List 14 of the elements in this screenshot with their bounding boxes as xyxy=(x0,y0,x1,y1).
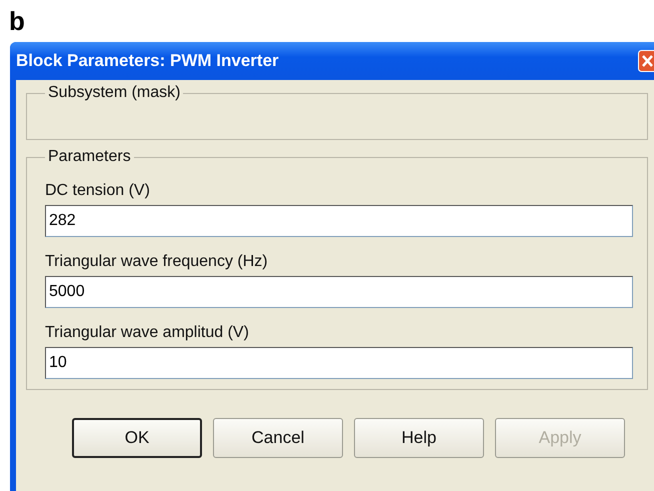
input-field[interactable]: 5000 xyxy=(45,276,633,308)
window-title: Block Parameters: PWM Inverter xyxy=(16,51,279,71)
group-title: Parameters xyxy=(47,148,132,166)
field-label: Triangular wave frequency (Hz) xyxy=(45,253,268,271)
input-field[interactable]: 282 xyxy=(45,205,633,237)
close-icon[interactable] xyxy=(638,50,654,72)
input-field[interactable]: 10 xyxy=(45,347,633,379)
group-title: Subsystem (mask) xyxy=(47,84,182,102)
dialog-button[interactable]: Cancel xyxy=(213,418,343,458)
dialog-button[interactable]: Help xyxy=(354,418,484,458)
dialog-button[interactable]: OK xyxy=(72,418,202,458)
figure-label: b xyxy=(8,5,25,38)
field-label: DC tension (V) xyxy=(45,182,150,200)
field-label: Triangular wave amplitud (V) xyxy=(45,324,249,342)
